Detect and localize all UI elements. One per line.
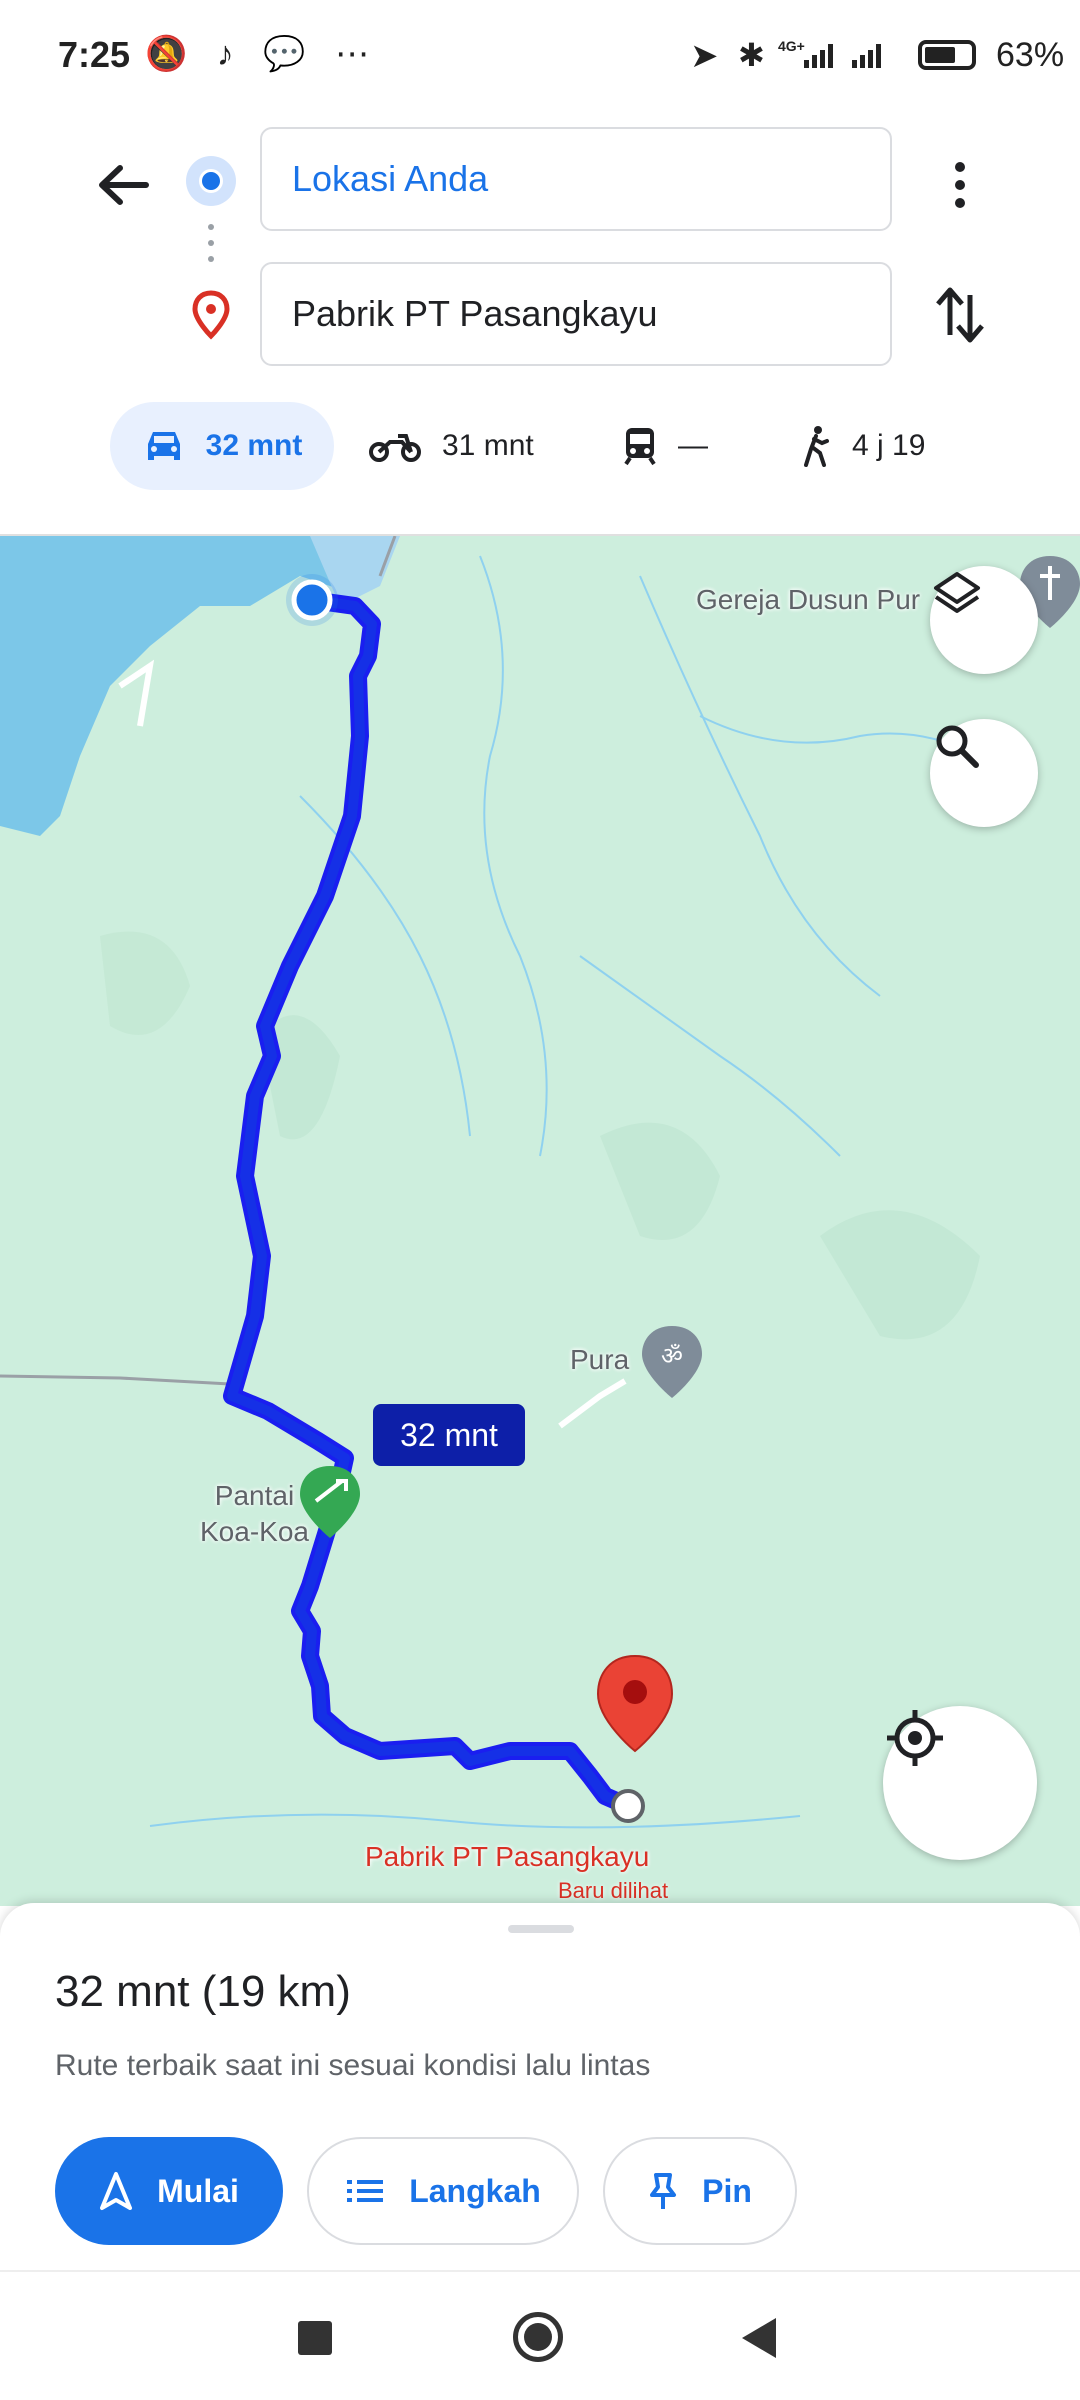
arrow-left-icon bbox=[99, 165, 149, 205]
mode-walk[interactable]: 4 j 19 bbox=[800, 402, 925, 490]
notification-icons: 🔕 ♪ 💬 ⋯ bbox=[145, 35, 380, 73]
map-label-destination[interactable]: Pabrik PT Pasangkayu bbox=[365, 1841, 649, 1873]
map-view[interactable]: ॐ Gereja Dusun Pur Pura Pantai Koa-Koa 3… bbox=[0, 536, 1080, 1906]
back-triangle-button[interactable] bbox=[742, 2318, 776, 2358]
map-label-beach[interactable]: Pantai Koa-Koa bbox=[200, 1478, 309, 1550]
mode-car[interactable]: 32 mnt bbox=[110, 402, 334, 490]
start-button[interactable]: Mulai bbox=[55, 2137, 283, 2245]
route-summary-sheet[interactable]: 32 mnt (19 km) Rute terbaik saat ini ses… bbox=[0, 1903, 1080, 2273]
search-along-route-button[interactable] bbox=[930, 719, 1038, 827]
my-location-icon bbox=[887, 1710, 943, 1766]
car-icon bbox=[147, 432, 180, 460]
map-label-temple[interactable]: Pura bbox=[570, 1344, 629, 1376]
steps-button-label: Langkah bbox=[409, 2172, 541, 2209]
more-options-button[interactable] bbox=[940, 150, 980, 220]
mode-car-label: 32 mnt bbox=[205, 429, 303, 462]
battery-percent: 63% bbox=[996, 36, 1065, 74]
destination-input[interactable]: Pabrik PT Pasangkayu bbox=[260, 262, 892, 366]
more-vert-icon bbox=[955, 162, 965, 208]
start-button-label: Mulai bbox=[157, 2172, 239, 2209]
route-duration-label[interactable]: 32 mnt bbox=[373, 1404, 525, 1466]
pin-icon bbox=[650, 2173, 677, 2209]
swap-button[interactable] bbox=[930, 280, 990, 350]
mode-motorcycle-label: 31 mnt bbox=[442, 429, 534, 462]
status-bar: 7:25 🔕 ♪ 💬 ⋯ ➤ ✱ 4G+ 63% bbox=[0, 0, 1080, 110]
motorcycle-icon bbox=[369, 434, 421, 462]
steps-button[interactable]: Langkah bbox=[307, 2137, 579, 2245]
origin-input[interactable]: Lokasi Anda bbox=[260, 127, 892, 231]
svg-text:ॐ: ॐ bbox=[661, 1342, 683, 1370]
battery-icon bbox=[918, 40, 976, 70]
back-button[interactable] bbox=[88, 150, 158, 220]
map-canvas: ॐ bbox=[0, 536, 1080, 1829]
map-label-church[interactable]: Gereja Dusun Pur bbox=[696, 584, 920, 616]
route-summary: 32 mnt (19 km) bbox=[55, 1967, 351, 2016]
mode-transit[interactable]: — bbox=[622, 402, 708, 490]
route-description: Rute terbaik saat ini sesuai kondisi lal… bbox=[55, 2049, 651, 2082]
system-nav-bar bbox=[0, 2272, 1080, 2400]
origin-dot-center bbox=[199, 169, 223, 193]
pin-button-label: Pin bbox=[702, 2172, 752, 2209]
pin-button[interactable]: Pin bbox=[603, 2137, 797, 2245]
drag-handle[interactable] bbox=[508, 1925, 574, 1933]
recents-button[interactable] bbox=[298, 2321, 332, 2355]
swap-vert-icon bbox=[936, 287, 984, 343]
home-icon bbox=[524, 2323, 552, 2351]
mode-walk-label: 4 j 19 bbox=[852, 429, 926, 462]
mode-transit-label: — bbox=[678, 429, 708, 462]
map-label-recently-viewed: Baru dilihat bbox=[558, 1878, 669, 1903]
walk-icon bbox=[804, 426, 829, 467]
location-arrow-icon: ➤ bbox=[690, 37, 719, 75]
status-time: 7:25 bbox=[58, 34, 131, 75]
bluetooth-icon: ✱ bbox=[738, 37, 765, 73]
mode-motorcycle[interactable]: 31 mnt bbox=[368, 402, 534, 490]
train-icon bbox=[624, 428, 656, 466]
my-location-button[interactable] bbox=[883, 1706, 1037, 1860]
route-connector-dots bbox=[208, 224, 214, 272]
layers-icon bbox=[934, 572, 980, 613]
list-icon bbox=[347, 2180, 384, 2202]
signal-icon bbox=[800, 40, 900, 75]
navigation-arrow-icon bbox=[100, 2172, 133, 2210]
place-pin-icon bbox=[190, 290, 232, 340]
search-icon bbox=[936, 725, 979, 768]
layers-button[interactable] bbox=[930, 566, 1038, 674]
